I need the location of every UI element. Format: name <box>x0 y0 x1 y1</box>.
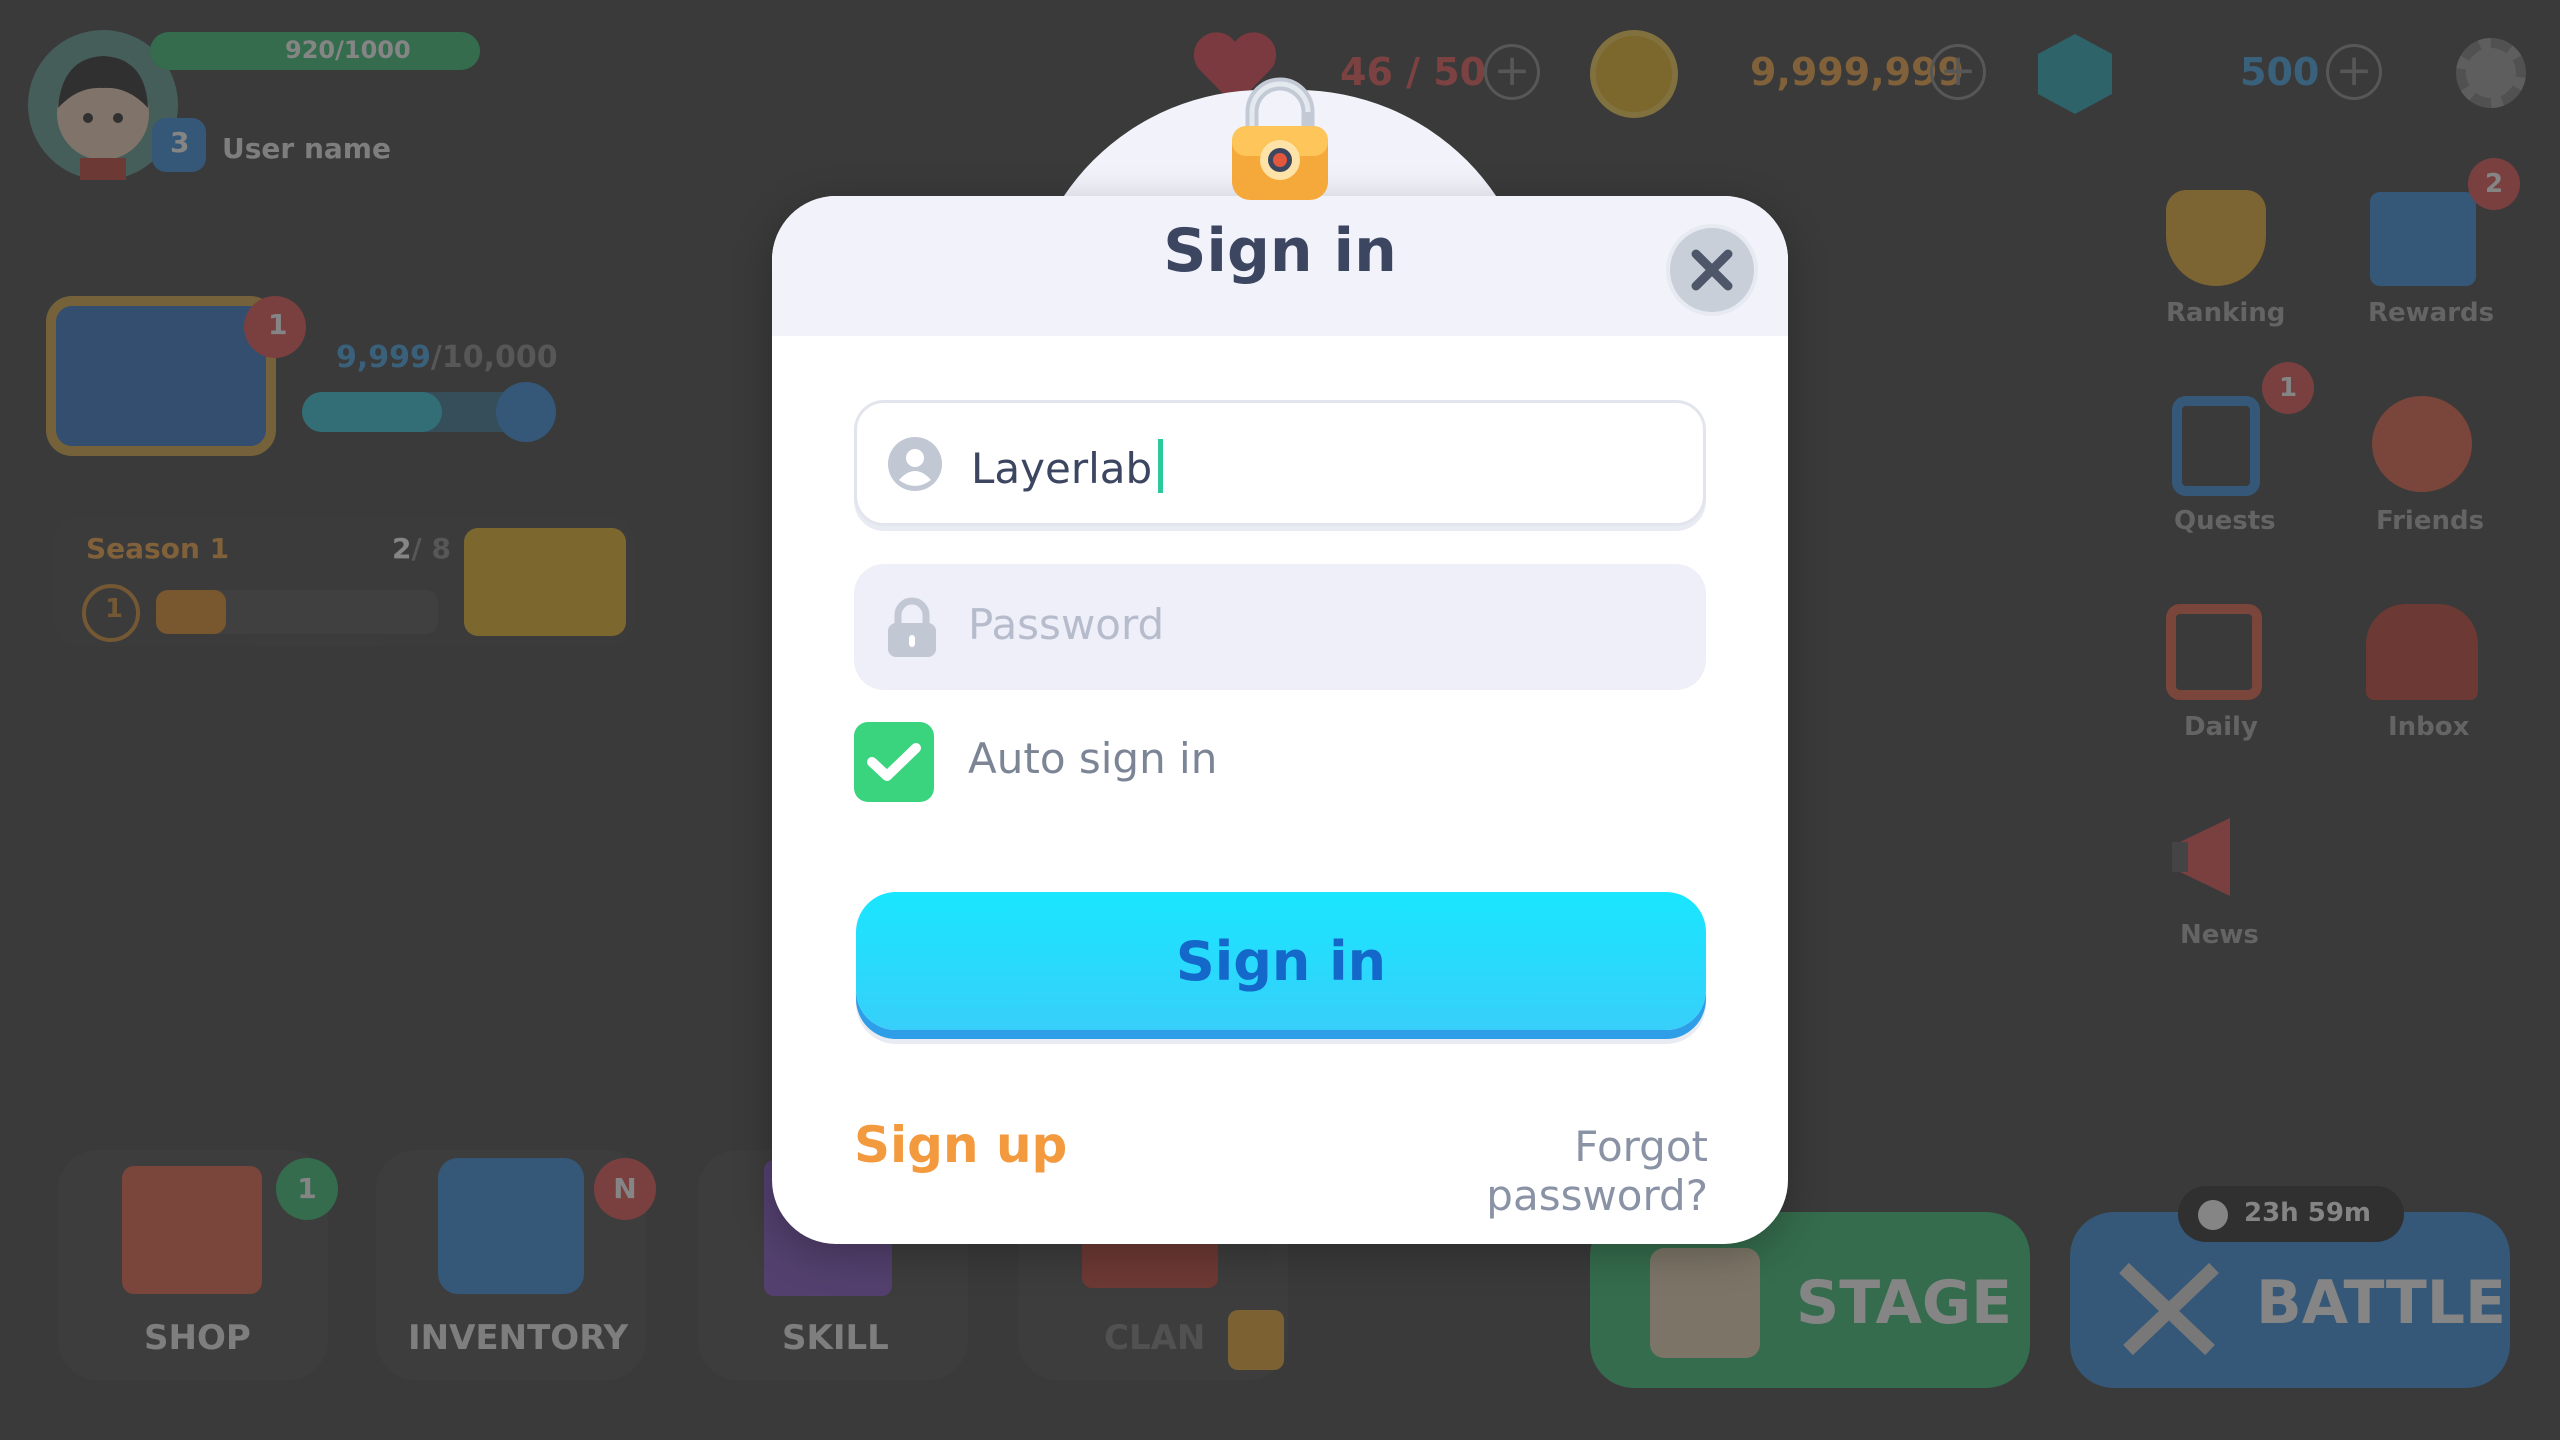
side-menu-news[interactable]: News <box>2150 810 2280 960</box>
sign-in-button[interactable]: Sign in <box>856 892 1706 1030</box>
season-count: 2/ 8 <box>392 532 451 565</box>
calendar-icon <box>2166 604 2262 700</box>
close-button[interactable] <box>1666 224 1758 316</box>
sign-in-button-label: Sign in <box>1175 929 1387 993</box>
clan-lock-icon <box>1228 1310 1284 1370</box>
bottom-nav-label: CLAN <box>1104 1318 1206 1358</box>
sign-up-link[interactable]: Sign up <box>854 1116 1067 1174</box>
coin-icon <box>1590 30 1678 118</box>
username-input[interactable]: Layerlab <box>971 439 1164 493</box>
shop-icon <box>122 1166 262 1294</box>
exp-text: 920/1000 <box>285 36 411 64</box>
forgot-password-link[interactable]: Forgot password? <box>1364 1122 1708 1220</box>
gems-count: 500 <box>2240 50 2320 94</box>
text-caret <box>1158 439 1164 493</box>
username-text: User name <box>222 132 391 165</box>
lock-icon <box>884 597 940 657</box>
chest-badge-text: 1 <box>268 308 288 341</box>
megaphone-icon <box>2170 812 2266 902</box>
side-menu-rewards[interactable]: Rewards <box>2356 190 2496 340</box>
season-progress-fill <box>156 590 226 634</box>
username-value: Layerlab <box>971 444 1153 493</box>
gem-icon <box>2036 32 2114 116</box>
auto-sign-in-checkbox[interactable] <box>854 722 934 802</box>
bottom-nav-label: INVENTORY <box>408 1318 629 1358</box>
battle-timer-text: 23h 59m <box>2244 1198 2372 1228</box>
star-icon <box>496 382 556 442</box>
side-menu-friends[interactable]: Friends <box>2356 396 2496 546</box>
password-field[interactable]: Password <box>854 564 1706 690</box>
side-menu-quests[interactable]: Quests <box>2150 396 2280 546</box>
scroll-icon <box>1650 1248 1760 1358</box>
checkmark-icon <box>867 743 921 781</box>
hearts-count: 46 / 50 <box>1340 50 1487 94</box>
add-coins-button[interactable]: + <box>1930 44 1986 100</box>
side-menu-ranking[interactable]: Ranking <box>2150 190 2285 340</box>
close-icon <box>1691 249 1733 291</box>
sign-in-dialog <box>772 196 1788 1244</box>
add-hearts-button[interactable]: + <box>1484 44 1540 100</box>
side-menu-label: Friends <box>2376 506 2485 536</box>
stopwatch-icon <box>2198 1200 2228 1230</box>
clipboard-icon <box>2172 396 2260 496</box>
shop-badge: 1 <box>276 1158 338 1220</box>
season-step-text: 1 <box>105 594 124 624</box>
chest-progress-text: 9,999/10,000 <box>336 340 558 375</box>
settings-gear-icon[interactable] <box>2456 38 2526 108</box>
quests-badge: 1 <box>2262 362 2314 414</box>
season-label: Season 1 <box>86 532 230 565</box>
user-icon <box>887 436 943 492</box>
bottom-nav-label: SHOP <box>144 1318 251 1358</box>
side-menu-label: Ranking <box>2166 298 2286 328</box>
battle-timer: 23h 59m <box>2178 1186 2404 1242</box>
auto-sign-in-label[interactable]: Auto sign in <box>968 734 1217 783</box>
side-menu-label: Rewards <box>2368 298 2495 328</box>
side-menu-label: Inbox <box>2388 712 2470 742</box>
crossed-swords-icon <box>2114 1258 2224 1358</box>
friends-icon <box>2372 396 2472 492</box>
treasure-chest-icon[interactable] <box>46 296 276 456</box>
inventory-badge: N <box>594 1158 656 1220</box>
side-menu-label: Daily <box>2184 712 2258 742</box>
side-menu-label: News <box>2180 920 2259 950</box>
add-gems-button[interactable]: + <box>2326 44 2382 100</box>
dialog-title: Sign in <box>1163 216 1397 286</box>
bottom-nav-label: SKILL <box>782 1318 889 1358</box>
chest-progress-fill <box>302 392 442 432</box>
backpack-icon <box>438 1158 584 1294</box>
mailbox-icon <box>2366 604 2478 700</box>
trophy-icon <box>2166 190 2266 286</box>
gift-icon <box>2370 192 2476 286</box>
rewards-badge: 2 <box>2468 158 2520 210</box>
level-text: 3 <box>170 126 190 159</box>
season-ticket-icon <box>464 528 626 636</box>
username-field[interactable]: Layerlab <box>854 400 1706 526</box>
battle-label: BATTLE <box>2256 1268 2506 1338</box>
padlock-icon <box>1228 76 1332 204</box>
password-placeholder: Password <box>968 600 1165 649</box>
stage-label: STAGE <box>1796 1268 2013 1338</box>
side-menu-label: Quests <box>2174 506 2276 536</box>
side-menu-daily[interactable]: Daily <box>2150 604 2280 754</box>
side-menu-inbox[interactable]: Inbox <box>2356 604 2496 754</box>
